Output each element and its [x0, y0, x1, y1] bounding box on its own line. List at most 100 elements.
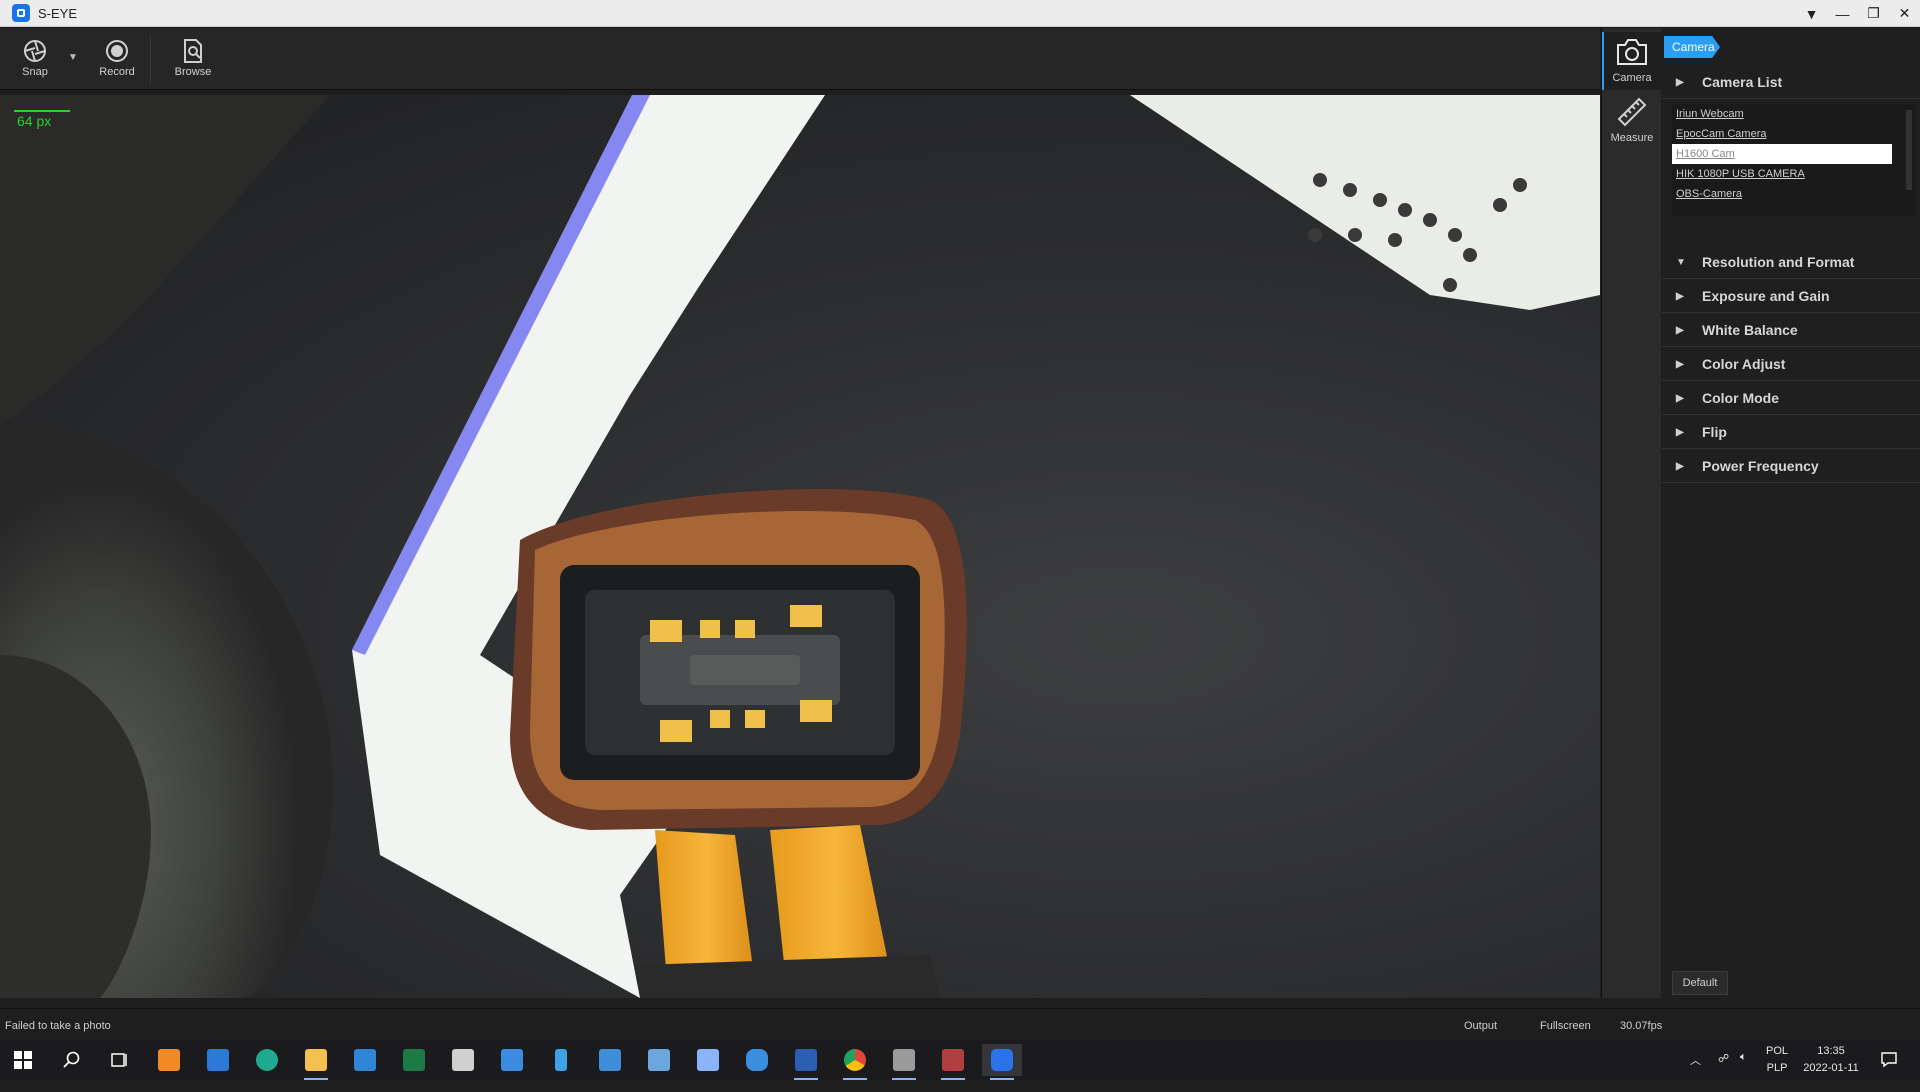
file-explorer-app[interactable] — [296, 1044, 336, 1080]
phone-icon — [555, 1049, 567, 1071]
record-label: Record — [99, 66, 135, 78]
section-label: Exposure and Gain — [1702, 288, 1830, 304]
rail-camera-tab[interactable]: Camera — [1602, 32, 1662, 90]
default-button[interactable]: Default — [1672, 971, 1728, 995]
power-frequency-section[interactable]: ▶ Power Frequency — [1662, 450, 1920, 483]
camera-list[interactable]: Iriun Webcam EpocCam Camera H1600 Cam HI… — [1672, 104, 1916, 216]
output-button[interactable]: Output — [1464, 1020, 1497, 1032]
mail-icon — [354, 1049, 376, 1071]
edge-app[interactable] — [247, 1044, 287, 1076]
excel-app[interactable] — [394, 1044, 434, 1076]
language-code: POL — [1766, 1045, 1789, 1057]
browse-icon — [163, 36, 223, 66]
camera-item[interactable]: OBS-Camera — [1672, 184, 1916, 204]
section-label: Resolution and Format — [1702, 254, 1855, 270]
snap-button[interactable]: Snap — [5, 36, 65, 78]
calculator-icon — [501, 1049, 523, 1071]
scanner-icon — [697, 1049, 719, 1071]
cloud-icon — [746, 1049, 768, 1071]
flip-section[interactable]: ▶ Flip — [1662, 416, 1920, 449]
exposure-section[interactable]: ▶ Exposure and Gain — [1662, 280, 1920, 313]
camera-app[interactable] — [443, 1044, 483, 1076]
phone-app[interactable] — [541, 1044, 581, 1076]
camera-app-icon — [452, 1049, 474, 1071]
camera-item[interactable]: EpocCam Camera — [1672, 124, 1916, 144]
calculator-app[interactable] — [492, 1044, 532, 1076]
chart-app[interactable] — [590, 1044, 630, 1076]
volume-icon[interactable]: 🔈︎ — [1740, 1051, 1747, 1091]
capture-app[interactable] — [884, 1044, 924, 1080]
dropdown-icon[interactable]: ▼ — [1796, 0, 1827, 27]
camera-list-label: Camera List — [1702, 74, 1783, 90]
folder-icon — [305, 1049, 327, 1071]
microscope-image — [0, 95, 1600, 998]
browse-button[interactable]: Browse — [163, 36, 223, 78]
camera-list-section[interactable]: ▶ Camera List — [1662, 66, 1920, 99]
film-icon — [942, 1049, 964, 1071]
store-app[interactable] — [198, 1044, 238, 1076]
mail-app[interactable] — [345, 1044, 385, 1076]
resolution-section[interactable]: ▼ Resolution and Format — [1662, 246, 1920, 279]
word-app[interactable] — [786, 1044, 826, 1080]
fps-readout: 30.07fps — [1620, 1020, 1663, 1032]
ruler-icon — [1602, 92, 1662, 132]
restore-button[interactable]: ❐ — [1858, 0, 1889, 27]
snap-label: Snap — [22, 66, 48, 78]
edge-icon — [256, 1049, 278, 1071]
camera-item[interactable]: Iriun Webcam — [1672, 104, 1916, 124]
expand-arrow-icon: ▶ — [1676, 324, 1684, 336]
record-button[interactable]: Record — [87, 36, 147, 78]
search-icon — [63, 1051, 80, 1068]
media-player-app[interactable] — [149, 1044, 189, 1076]
rail-camera-label: Camera — [1612, 72, 1652, 84]
white-balance-section[interactable]: ▶ White Balance — [1662, 314, 1920, 347]
scanner-app[interactable] — [688, 1044, 728, 1076]
expand-arrow-icon: ▶ — [1676, 392, 1684, 404]
s-eye-icon — [991, 1049, 1013, 1071]
record-icon — [87, 36, 147, 66]
toolbar-divider — [150, 36, 151, 84]
onedrive-app[interactable] — [737, 1044, 777, 1076]
color-mode-section[interactable]: ▶ Color Mode — [1662, 382, 1920, 415]
close-button[interactable]: ✕ — [1889, 0, 1920, 27]
chrome-app[interactable] — [835, 1044, 875, 1080]
snap-options-caret-icon[interactable]: ▼ — [68, 52, 78, 63]
rail-measure-tab[interactable]: Measure — [1602, 92, 1662, 144]
search-button[interactable] — [52, 1044, 92, 1076]
notification-icon[interactable] — [1880, 1050, 1898, 1090]
expand-arrow-icon: ▶ — [1676, 358, 1684, 370]
store-icon — [207, 1049, 229, 1071]
tray-chevron-icon[interactable]: ︿ — [1690, 1052, 1701, 1092]
section-label: Power Frequency — [1702, 458, 1819, 474]
camera-list-scrollbar[interactable] — [1906, 110, 1912, 190]
expand-arrow-icon: ▶ — [1676, 76, 1684, 88]
section-label: Flip — [1702, 424, 1727, 440]
browse-label: Browse — [174, 66, 212, 78]
fullscreen-button[interactable]: Fullscreen — [1540, 1020, 1591, 1032]
tool-app[interactable] — [639, 1044, 679, 1076]
s-eye-app[interactable] — [982, 1044, 1022, 1080]
tool-icon — [648, 1049, 670, 1071]
keyboard-layout: PLP — [1766, 1062, 1788, 1074]
network-icon[interactable]: ☍ — [1718, 1052, 1729, 1092]
status-message: Failed to take a photo — [5, 1020, 111, 1032]
film-app[interactable] — [933, 1044, 973, 1080]
camera-preview[interactable]: 64 px — [0, 95, 1600, 998]
windows-icon — [14, 1051, 32, 1069]
camera-item-selected[interactable]: H1600 Cam — [1672, 144, 1892, 164]
task-view-icon — [111, 1053, 127, 1067]
minimize-button[interactable]: — — [1827, 0, 1858, 27]
rail-measure-label: Measure — [1610, 132, 1654, 144]
excel-icon — [403, 1049, 425, 1071]
color-adjust-section[interactable]: ▶ Color Adjust — [1662, 348, 1920, 381]
camera-item[interactable]: HIK 1080P USB CAMERA — [1672, 164, 1916, 184]
collapse-arrow-icon: ▼ — [1676, 256, 1686, 268]
section-label: White Balance — [1702, 322, 1798, 338]
language-indicator[interactable]: POL PLP — [1766, 1043, 1788, 1083]
clock[interactable]: 13:35 2022-01-11 — [1801, 1043, 1861, 1083]
task-view-button[interactable] — [100, 1044, 140, 1076]
word-icon — [795, 1049, 817, 1071]
camera-tab-tag: Camera — [1664, 36, 1720, 58]
start-button[interactable] — [3, 1044, 43, 1076]
camera-icon — [1602, 32, 1662, 72]
